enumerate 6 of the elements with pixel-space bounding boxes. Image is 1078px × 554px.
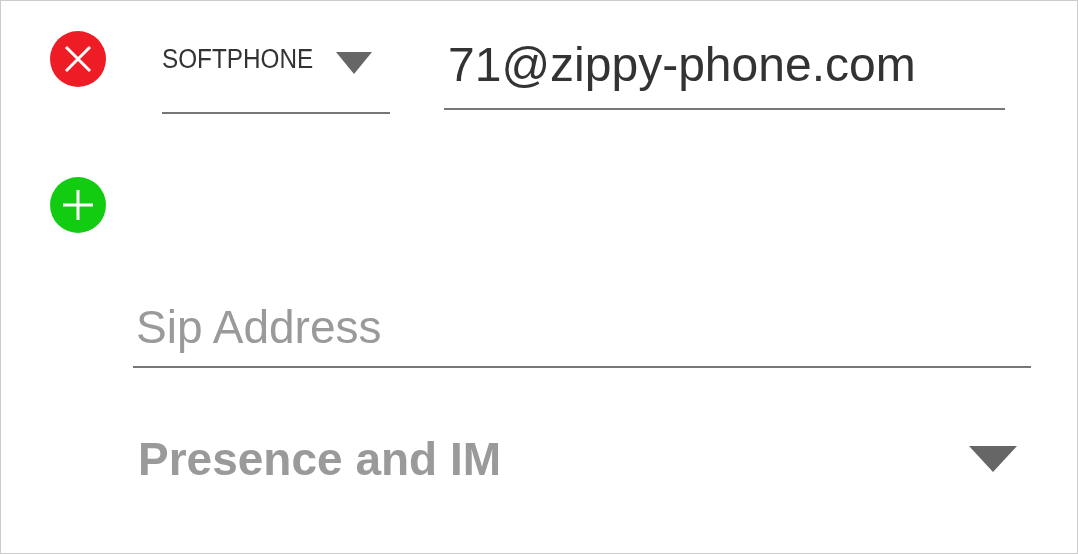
address-field[interactable]: 71@zippy-phone.com: [444, 30, 1005, 110]
remove-icon[interactable]: [49, 30, 107, 88]
caret-icon: [336, 52, 372, 74]
caret-icon: [969, 446, 1017, 472]
sip-address-field[interactable]: Sip Address: [133, 288, 1031, 368]
type-dropdown[interactable]: SOFTPHONE: [162, 30, 390, 114]
